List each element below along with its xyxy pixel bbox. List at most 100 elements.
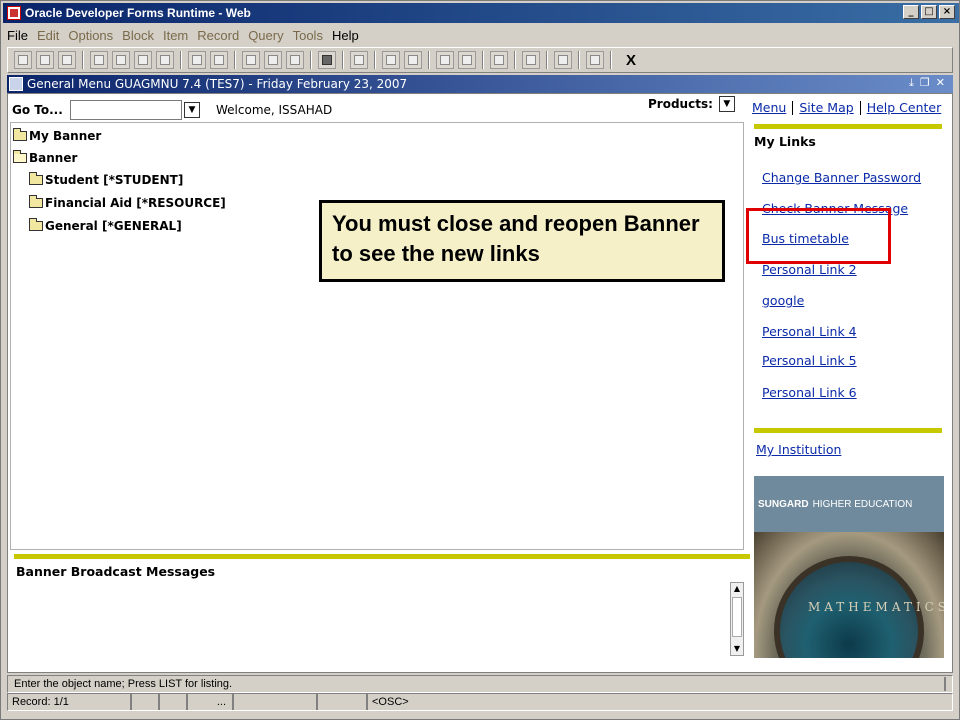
link-change-banner-password[interactable]: Change Banner Password xyxy=(762,170,921,185)
scroll-up-icon[interactable]: ▲ xyxy=(733,585,741,593)
remove-record-icon[interactable] xyxy=(264,51,282,69)
scroll-thumb[interactable] xyxy=(732,597,742,637)
folder-icon xyxy=(29,195,43,208)
broadcast-scrollbar[interactable]: ▲ ▼ xyxy=(730,582,744,656)
scroll-down-icon[interactable]: ▼ xyxy=(733,645,741,653)
folder-icon xyxy=(29,218,43,231)
menu-help[interactable]: Help xyxy=(332,28,359,43)
toolbar-separator xyxy=(180,51,182,69)
link-google[interactable]: google xyxy=(762,293,804,308)
help-icon[interactable] xyxy=(586,51,604,69)
menu-edit[interactable]: Edit xyxy=(37,28,59,43)
tree-item-label: Financial Aid [*RESOURCE] xyxy=(45,196,226,210)
folder-icon xyxy=(29,172,43,185)
toolbar-separator xyxy=(578,51,580,69)
broadcast-divider xyxy=(14,554,750,559)
tree-item-general[interactable]: General [*GENERAL] xyxy=(29,218,182,233)
menu-options[interactable]: Options xyxy=(68,28,113,43)
form-restore-icon[interactable]: ❐ xyxy=(920,76,930,90)
status-record-bar: Record: 1/1 ... <OSC> xyxy=(7,693,953,711)
link-personal-4[interactable]: Personal Link 4 xyxy=(762,324,857,339)
toolbar-separator xyxy=(610,51,612,69)
close-icon[interactable]: × xyxy=(939,5,955,19)
instruction-callout: You must close and reopen Banner to see … xyxy=(319,200,725,282)
toolbar-separator xyxy=(482,51,484,69)
form-title: General Menu GUAGMNU 7.4 (TES7) - Friday… xyxy=(27,77,408,91)
menu-link[interactable]: Menu xyxy=(752,100,786,115)
document-icon[interactable] xyxy=(318,51,336,69)
my-links-title: My Links xyxy=(754,134,816,149)
menu-record[interactable]: Record xyxy=(197,28,239,43)
menu-query[interactable]: Query xyxy=(248,28,283,43)
link-personal-5[interactable]: Personal Link 5 xyxy=(762,353,857,368)
crosshair-icon[interactable] xyxy=(522,51,540,69)
nav-divider xyxy=(859,100,861,115)
form-icon xyxy=(9,77,23,91)
toolbar-separator xyxy=(514,51,516,69)
tree-item-financial-aid[interactable]: Financial Aid [*RESOURCE] xyxy=(29,195,226,210)
status-record: Record: 1/1 xyxy=(8,694,132,710)
tree-item-label: Banner xyxy=(29,151,78,165)
calculator-icon[interactable] xyxy=(382,51,400,69)
form-minimize-icon[interactable]: ⤓ xyxy=(909,76,914,90)
previous-record-icon[interactable] xyxy=(112,51,130,69)
toolbar-separator xyxy=(234,51,236,69)
menu-bar: File Edit Options Block Item Record Quer… xyxy=(3,25,959,45)
help-center-link[interactable]: Help Center xyxy=(867,100,942,115)
rollback-icon[interactable] xyxy=(36,51,54,69)
status-hint-bar: Enter the object name; Press LIST for li… xyxy=(7,675,953,693)
link-personal-2[interactable]: Personal Link 2 xyxy=(762,262,857,277)
tree-item-label: My Banner xyxy=(29,129,102,143)
tree-item-banner[interactable]: Banner xyxy=(13,150,78,165)
menu-tree: My Banner Banner Student [*STUDENT] Fina… xyxy=(10,122,744,550)
form-close-icon[interactable]: ✕ xyxy=(936,76,945,90)
status-segment xyxy=(318,694,368,710)
tree-item-label: Student [*STUDENT] xyxy=(45,173,184,187)
menu-file[interactable]: File xyxy=(7,28,28,43)
print-icon[interactable] xyxy=(58,51,76,69)
sound-icon[interactable] xyxy=(490,51,508,69)
application-window: Oracle Developer Forms Runtime - Web _ □… xyxy=(0,0,960,720)
maximize-icon[interactable]: □ xyxy=(921,5,937,19)
institution-divider xyxy=(754,428,942,433)
goto-label: Go To... xyxy=(12,103,63,117)
tree-item-label: General [*GENERAL] xyxy=(45,219,182,233)
options-icon[interactable] xyxy=(436,51,454,69)
insert-record-icon[interactable] xyxy=(242,51,260,69)
execute-query-icon[interactable] xyxy=(210,51,228,69)
exit-button[interactable]: X xyxy=(626,52,636,69)
printer-icon[interactable] xyxy=(350,51,368,69)
menu-tools[interactable]: Tools xyxy=(293,28,323,43)
status-segment xyxy=(160,694,188,710)
next-block-icon[interactable] xyxy=(156,51,174,69)
sungard-promo-image[interactable]: SUNGARD HIGHER EDUCATION MATHEMATICS xyxy=(754,476,944,658)
links-icon[interactable] xyxy=(554,51,572,69)
tree-item-student[interactable]: Student [*STUDENT] xyxy=(29,172,184,187)
minimize-icon[interactable]: _ xyxy=(903,5,919,19)
clear-record-icon[interactable] xyxy=(286,51,304,69)
my-links-divider xyxy=(754,124,942,129)
enter-query-icon[interactable] xyxy=(188,51,206,69)
toolbar-separator xyxy=(546,51,548,69)
calculator-alt-icon[interactable] xyxy=(404,51,422,69)
menu-block[interactable]: Block xyxy=(122,28,154,43)
my-institution-link[interactable]: My Institution xyxy=(756,442,841,457)
status-segment xyxy=(132,694,160,710)
promo-band: SUNGARD HIGHER EDUCATION xyxy=(754,476,944,532)
link-personal-6[interactable]: Personal Link 6 xyxy=(762,385,857,400)
welcome-text: Welcome, ISSAHAD xyxy=(216,103,333,117)
status-ellipsis: ... xyxy=(188,694,234,710)
menu-item[interactable]: Item xyxy=(163,28,188,43)
form-window-controls: ⤓ ❐ ✕ xyxy=(909,76,945,90)
next-record-icon[interactable] xyxy=(134,51,152,69)
previous-block-icon[interactable] xyxy=(90,51,108,69)
goto-dropdown-icon[interactable]: ▼ xyxy=(184,102,200,118)
goto-input[interactable] xyxy=(70,100,182,120)
save-icon[interactable] xyxy=(14,51,32,69)
broadcast-title: Banner Broadcast Messages xyxy=(16,564,216,579)
toolbar-separator xyxy=(82,51,84,69)
tools-icon[interactable] xyxy=(458,51,476,69)
site-map-link[interactable]: Site Map xyxy=(799,100,853,115)
tree-item-my-banner[interactable]: My Banner xyxy=(13,128,102,143)
products-dropdown-icon[interactable]: ▼ xyxy=(718,96,735,112)
